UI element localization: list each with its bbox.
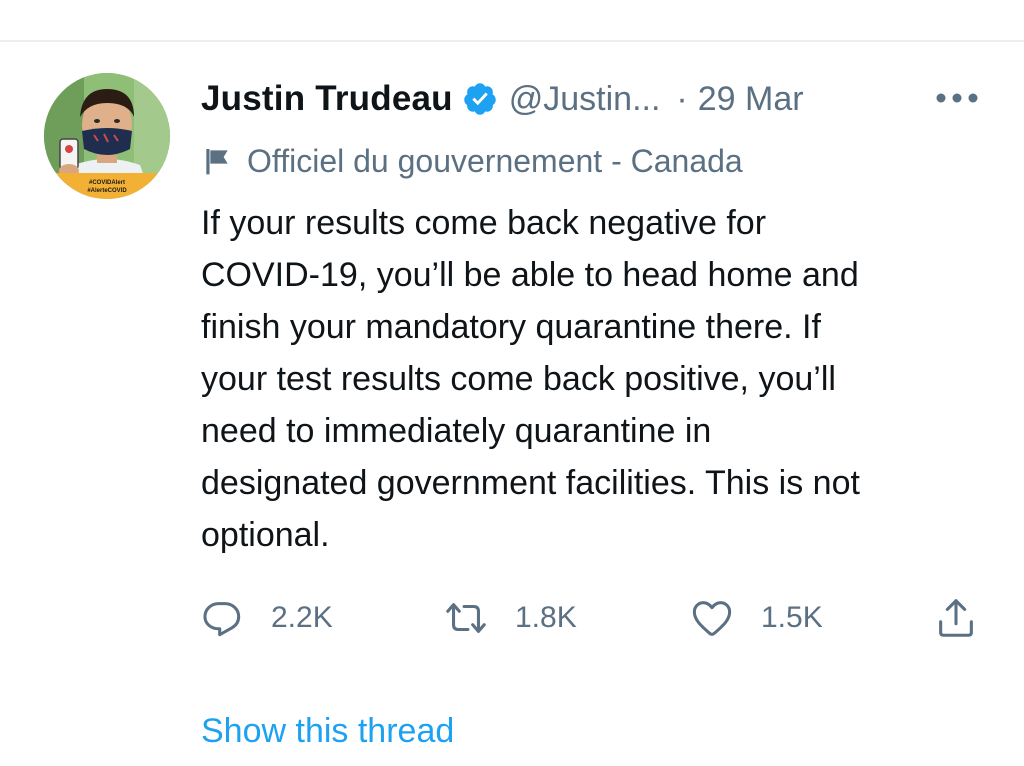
action-bar: 2.2K 1.8K 1.5K: [199, 592, 999, 644]
heart-icon: [692, 601, 732, 636]
share-button[interactable]: [933, 592, 979, 644]
tweet-text: If your results come back negative for C…: [201, 204, 860, 554]
retweet-button[interactable]: 1.8K: [443, 592, 577, 644]
tweet-date[interactable]: 29 Mar: [698, 80, 804, 119]
avatar[interactable]: #COVIDAlert #AlerteCOVID: [44, 73, 170, 199]
author-handle[interactable]: @Justin...: [509, 80, 661, 119]
more-dots-icon[interactable]: [934, 84, 980, 112]
reply-count: 2.2K: [271, 601, 333, 634]
avatar-badge-line-2: #AlerteCOVID: [87, 188, 127, 194]
author-name[interactable]: Justin Trudeau: [201, 79, 453, 119]
verified-badge-icon: [463, 83, 496, 115]
header-separator: ·: [676, 79, 688, 118]
retweet-icon: [446, 603, 486, 633]
flag-icon: [206, 149, 228, 175]
reply-icon: [203, 602, 241, 637]
show-thread-link[interactable]: Show this thread: [201, 712, 454, 751]
like-button[interactable]: 1.5K: [689, 592, 823, 644]
avatar-badge-line-1: #COVIDAlert: [89, 180, 125, 186]
share-icon: [939, 599, 973, 637]
top-divider: [0, 40, 1024, 42]
government-label-text: Officiel du gouvernement - Canada: [247, 142, 743, 179]
reply-button[interactable]: 2.2K: [199, 592, 333, 644]
avatar-image: #COVIDAlert #AlerteCOVID: [44, 73, 170, 199]
retweet-count: 1.8K: [515, 601, 577, 634]
government-label[interactable]: Officiel du gouvernement - Canada: [201, 138, 743, 184]
tweet-header: Justin Trudeau @Justin... · 29 Mar: [201, 74, 804, 124]
like-count: 1.5K: [761, 601, 823, 634]
